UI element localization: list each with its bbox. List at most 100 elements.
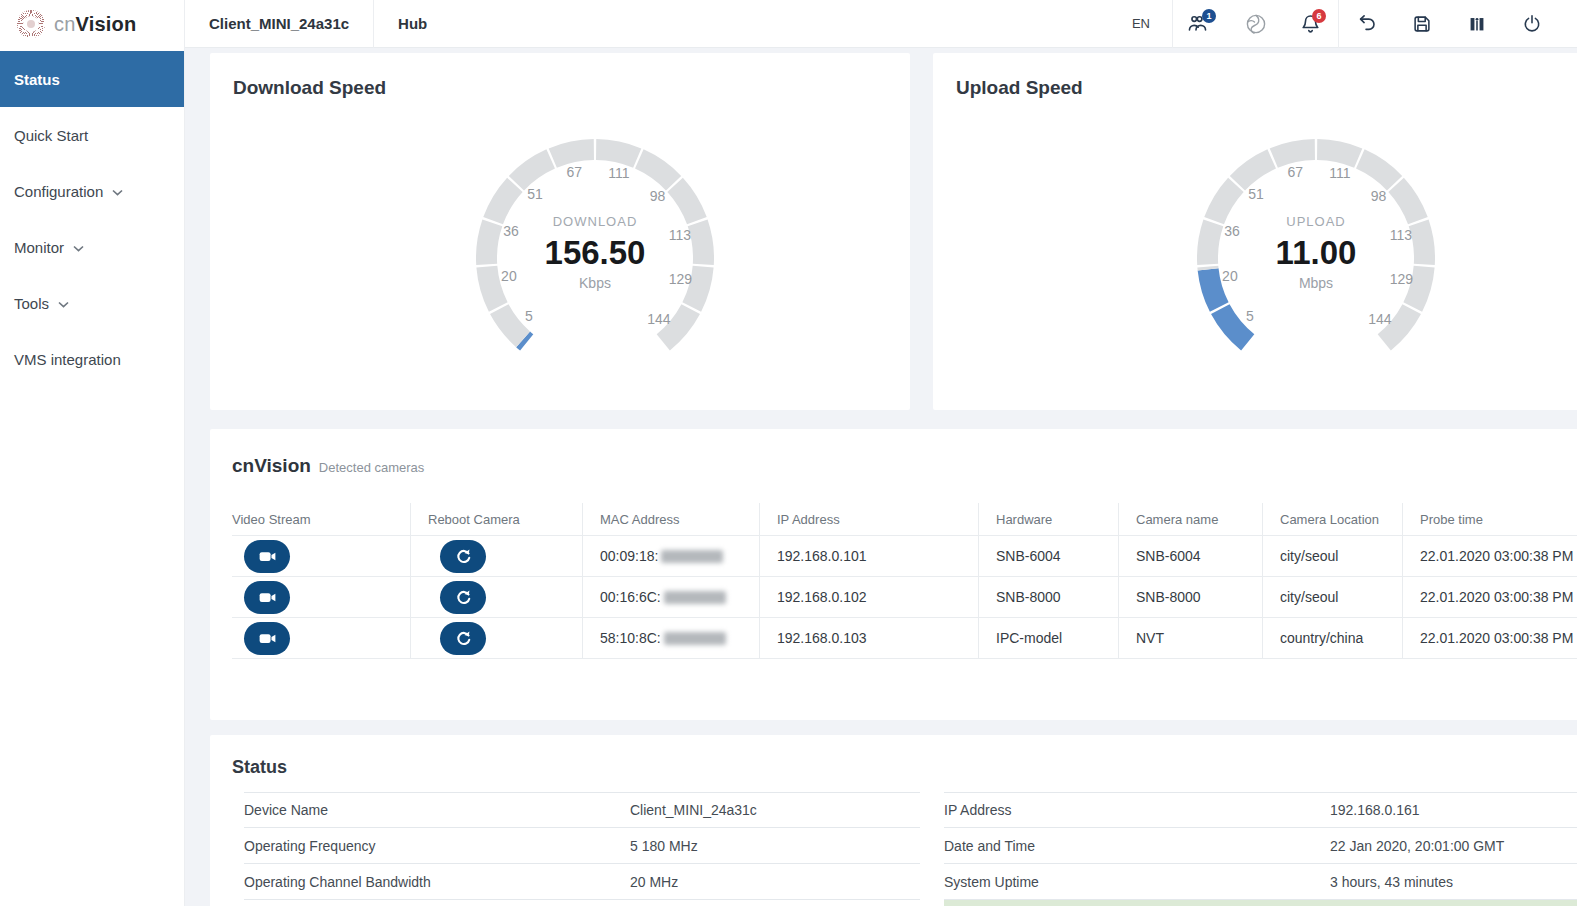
video-stream-button[interactable] [244, 540, 290, 573]
detected-cameras-card: cnVision Detected cameras Video Stream R… [210, 429, 1577, 720]
detected-cameras-title: cnVision Detected cameras [210, 429, 1577, 477]
sidebar-item-label: Configuration [14, 183, 103, 200]
col-camera-name: Camera name [1118, 503, 1262, 535]
users-badge: 1 [1202, 9, 1216, 23]
sidebar: cnVision Status Quick Start Configuratio… [0, 0, 185, 906]
gauge-value: 156.50 [445, 235, 745, 270]
status-left-column: Device Name Client_MINI_24a31c Operating… [244, 792, 920, 906]
globe-button[interactable] [1228, 0, 1283, 48]
status-row: Operating Frequency 5 180 MHz [244, 828, 920, 864]
svg-text:67: 67 [1287, 164, 1303, 180]
tab-device[interactable]: Client_MINI_24a31c [185, 0, 373, 48]
status-value: 22 Jan 2020, 20:01:00 GMT [1330, 838, 1504, 854]
camera-name: SNB-6004 [1118, 536, 1262, 576]
reboot-camera-button[interactable] [440, 622, 486, 655]
svg-text:98: 98 [1371, 188, 1387, 204]
sidebar-item-monitor[interactable]: Monitor [0, 219, 184, 275]
svg-text:5: 5 [525, 308, 533, 324]
status-label: Device Name [244, 802, 630, 818]
table-row: 00:09:18: 192.168.0.101 SNB-6004 SNB-600… [232, 536, 1577, 577]
video-stream-button[interactable] [244, 581, 290, 614]
mac-address: 00:09:18: [600, 548, 658, 564]
camera-location: city/seoul [1262, 577, 1402, 617]
undo-icon [1355, 12, 1378, 35]
chevron-down-icon [73, 245, 84, 252]
status-card: Status Device Name Client_MINI_24a31c Op… [210, 735, 1577, 906]
status-value: 20 MHz [630, 874, 678, 890]
brand-logo: cnVision [0, 0, 184, 48]
globe-icon [1244, 12, 1268, 36]
spectrum-analyzer-button[interactable] [1449, 0, 1504, 48]
col-reboot-camera: Reboot Camera [410, 503, 582, 535]
card-title: Upload Speed [933, 53, 1577, 99]
save-button[interactable] [1394, 0, 1449, 48]
col-probe-time: Probe time [1402, 503, 1577, 535]
language-selector[interactable]: EN [1110, 16, 1172, 31]
chevron-down-icon [58, 301, 69, 308]
table-header-row: Video Stream Reboot Camera MAC Address I… [232, 503, 1577, 536]
spectrum-analyzer-icon [1466, 13, 1488, 35]
page: cnVision Status Quick Start Configuratio… [0, 0, 1577, 906]
sidebar-item-tools[interactable]: Tools [0, 275, 184, 331]
reboot-camera-button[interactable] [440, 581, 486, 614]
cameras-title-subtitle: Detected cameras [319, 460, 425, 475]
video-camera-icon [257, 587, 278, 608]
tab-hub[interactable]: Hub [374, 0, 451, 48]
status-title: Status [232, 757, 1577, 778]
table-row: 58:10:8C: 192.168.0.103 IPC-model NVT co… [232, 618, 1577, 659]
reboot-camera-button[interactable] [440, 540, 486, 573]
sidebar-item-label: Status [14, 71, 60, 88]
hardware: SNB-6004 [978, 536, 1118, 576]
users-button[interactable]: 1 [1173, 0, 1228, 48]
sidebar-item-label: Tools [14, 295, 49, 312]
ip-address: 192.168.0.101 [759, 536, 978, 576]
reboot-icon [454, 547, 473, 566]
svg-text:111: 111 [1329, 165, 1350, 181]
status-label: System Uptime [944, 874, 1330, 890]
brand-logo-icon [17, 10, 45, 38]
video-stream-button[interactable] [244, 622, 290, 655]
status-row: System Uptime 3 hours, 43 minutes [944, 864, 1577, 900]
sidebar-item-vms-integration[interactable]: VMS integration [0, 331, 184, 387]
sidebar-item-label: Quick Start [14, 127, 88, 144]
reboot-icon [454, 588, 473, 607]
hardware: SNB-8000 [978, 577, 1118, 617]
col-camera-location: Camera Location [1262, 503, 1402, 535]
camera-name: SNB-8000 [1118, 577, 1262, 617]
sidebar-item-label: Monitor [14, 239, 64, 256]
gauge-label: UPLOAD [1166, 214, 1466, 229]
mac-address-redacted [661, 550, 723, 563]
status-columns: Device Name Client_MINI_24a31c Operating… [244, 792, 1577, 906]
status-label: IP Address [944, 802, 1330, 818]
chevron-down-icon [112, 189, 123, 196]
topbar-actions: EN 1 [1110, 0, 1577, 48]
sidebar-item-status[interactable]: Status [0, 51, 184, 107]
status-row: Operating Channel Bandwidth 20 MHz [244, 864, 920, 900]
sidebar-item-configuration[interactable]: Configuration [0, 163, 184, 219]
main-content: Download Speed 52036516711198113129144 D… [185, 48, 1577, 906]
power-button[interactable] [1504, 0, 1559, 48]
download-speed-card: Download Speed 52036516711198113129144 D… [210, 53, 910, 410]
save-icon [1411, 13, 1433, 35]
status-value: Client_MINI_24a31c [630, 802, 757, 818]
sidebar-item-quick-start[interactable]: Quick Start [0, 107, 184, 163]
undo-button[interactable] [1339, 0, 1394, 48]
status-value: 192.168.0.161 [1330, 802, 1420, 818]
status-value: 3 hours, 43 minutes [1330, 874, 1453, 890]
gauge-unit: Mbps [1166, 275, 1466, 291]
status-right-column: IP Address 192.168.0.161 Date and Time 2… [944, 792, 1577, 906]
camera-name: NVT [1118, 618, 1262, 658]
brand-prefix: cn [54, 13, 76, 35]
notifications-button[interactable]: 6 [1283, 0, 1338, 48]
cameras-title-brand: cnVision [232, 455, 311, 477]
ip-address: 192.168.0.103 [759, 618, 978, 658]
mac-address: 00:16:6C: [600, 589, 661, 605]
svg-text:98: 98 [650, 188, 666, 204]
probe-time: 22.01.2020 03:00:38 PM [1402, 577, 1577, 617]
status-row: Device Name Client_MINI_24a31c [244, 792, 920, 828]
hardware: IPC-model [978, 618, 1118, 658]
ip-address: 192.168.0.102 [759, 577, 978, 617]
sidebar-item-label: VMS integration [14, 351, 121, 368]
video-camera-icon [257, 546, 278, 567]
col-hardware: Hardware [978, 503, 1118, 535]
